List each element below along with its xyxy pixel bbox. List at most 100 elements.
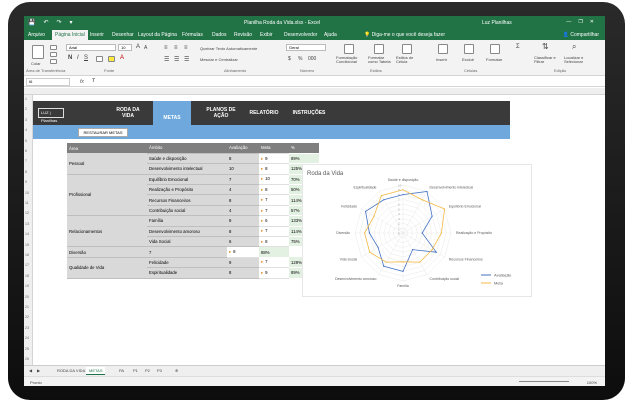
row-number[interactable]: 6 [25, 149, 27, 153]
meta-cell[interactable]: ▸ 6 [259, 215, 289, 227]
meta-cell[interactable]: ▸ 7 [259, 205, 289, 217]
align-left-icon[interactable]: ☰ [164, 56, 169, 63]
row-number[interactable]: 16 [25, 253, 29, 257]
row-number[interactable]: 24 [25, 336, 29, 340]
fill-color-icon[interactable] [108, 56, 115, 62]
tell-me-search[interactable]: 💡 Diga-me o que você deseja fazer [364, 32, 445, 38]
sheet-tab-1[interactable]: METAS [86, 367, 106, 375]
undo-icon[interactable]: ↶ [43, 20, 56, 26]
align-bottom-icon[interactable]: ≡ [184, 45, 188, 51]
avaliacao-cell[interactable]: 9 [227, 257, 259, 269]
row-number[interactable]: 26 [25, 357, 29, 361]
avaliacao-cell[interactable]: 7 [147, 246, 227, 258]
area-cell[interactable]: Pessoal [67, 153, 147, 175]
meta-cell[interactable]: ▸ 7 [259, 226, 289, 238]
format-painter-icon[interactable] [50, 59, 57, 64]
save-icon[interactable]: 💾 [28, 20, 43, 26]
conditional-format-label[interactable]: Formatação Condicional [336, 55, 366, 65]
row-number[interactable]: 12 [25, 211, 29, 215]
quick-access-toolbar[interactable]: 💾↶↷▾ [28, 19, 81, 26]
name-box[interactable]: I6 [26, 78, 70, 86]
ribbon-tab-0[interactable]: Arquivo [28, 32, 45, 38]
row-number[interactable]: 14 [25, 232, 29, 236]
row-number[interactable]: 9 [25, 180, 27, 184]
meta-cell[interactable]: ▸ 7 [259, 194, 289, 206]
life-wheel-chart[interactable]: Roda da Vida 0 1 2 3 4 5 6 7 8 9 10 Saúde e disposiç… [302, 164, 532, 297]
maximize-icon[interactable]: ❐ [578, 19, 589, 25]
ambito-cell[interactable]: Família [147, 215, 227, 227]
ribbon-tab-10[interactable]: Ajuda [324, 32, 337, 38]
meta-cell[interactable]: ▸ 8 [259, 163, 289, 175]
ribbon-tab-7[interactable]: Revisão [234, 32, 252, 38]
avaliacao-cell[interactable]: 4 [227, 184, 259, 196]
paste-icon[interactable] [32, 45, 44, 59]
format-table-label[interactable]: Formatar como Tabela [368, 55, 394, 65]
area-cell[interactable]: Profissional [67, 174, 147, 217]
row-number[interactable]: 8 [25, 170, 27, 174]
delete-cells-icon[interactable] [464, 44, 474, 54]
avaliacao-cell[interactable]: 8 [227, 267, 259, 279]
underline-icon[interactable]: S [84, 55, 88, 61]
row-number[interactable]: 3 [25, 118, 27, 122]
pct-cell[interactable]: 89% [289, 153, 319, 165]
align-right-icon[interactable]: ☰ [184, 56, 189, 63]
font-size-select[interactable]: 10 [118, 44, 132, 51]
sort-filter-label[interactable]: Classificar e Filtrar [534, 55, 564, 65]
row-number[interactable]: 10 [25, 191, 29, 195]
ambito-cell[interactable]: Saúde e disposição [147, 153, 227, 165]
row-number[interactable]: 5 [25, 139, 27, 143]
font-name-select[interactable]: Arial [66, 44, 116, 51]
avaliacao-cell[interactable]: 8 [227, 215, 259, 227]
ambito-cell[interactable]: Desenvolvimento amoroso [147, 226, 227, 238]
row-number[interactable]: 25 [25, 347, 29, 351]
user-name[interactable]: Luz Planilhas [482, 20, 512, 26]
row-number[interactable]: 18 [25, 274, 29, 278]
ambito-cell[interactable]: Recursos Financeiros [147, 194, 227, 206]
nav-item-2[interactable]: PLANOS DE AÇÃO [201, 101, 241, 125]
row-number[interactable]: 7 [25, 159, 27, 163]
redo-icon[interactable]: ↷ [57, 20, 70, 26]
worksheet[interactable]: LUZ | Planilhas RODA DA VIDA METAS PLANOS … [33, 95, 605, 365]
font-shrink-icon[interactable]: A [144, 45, 147, 51]
sheet-tab-4[interactable]: P2 [142, 367, 153, 374]
percent-icon[interactable]: % [298, 56, 302, 62]
ribbon-tab-4[interactable]: Layout da Página [138, 32, 177, 38]
zoom-level[interactable]: 100% [587, 380, 597, 385]
font-grow-icon[interactable]: A [136, 44, 140, 50]
ribbon-tab-2[interactable]: Inserir [90, 32, 104, 38]
sheet-tab-2[interactable]: PA [116, 367, 127, 374]
ambito-cell[interactable]: Felicidade [147, 257, 227, 269]
avaliacao-cell[interactable]: 8 [227, 153, 259, 165]
format-cells-label[interactable]: Formatar [486, 57, 502, 62]
italic-icon[interactable]: I [77, 55, 79, 61]
area-cell[interactable]: Qualidade de Vida [67, 257, 147, 279]
ambito-cell[interactable]: Diversão [67, 246, 147, 258]
ambito-cell[interactable]: Realização e Propósito [147, 184, 227, 196]
copy-icon[interactable] [50, 52, 57, 57]
column-headers[interactable] [24, 88, 605, 95]
row-number[interactable]: 11 [25, 201, 29, 205]
ribbon-tab-8[interactable]: Exibir [260, 32, 273, 38]
customize-qat-icon[interactable]: ▾ [70, 20, 81, 26]
sheet-nav-next-icon[interactable]: ▶ [34, 367, 43, 374]
conditional-format-icon[interactable] [344, 44, 354, 54]
nav-item-3[interactable]: RELATÓRIO [245, 101, 283, 125]
fx-icon[interactable]: fx [80, 79, 84, 85]
share-button[interactable]: 👤 Compartilhar [563, 32, 599, 38]
insert-cells-icon[interactable] [438, 44, 448, 54]
ribbon-tab-9[interactable]: Desenvolvedor [284, 32, 317, 38]
borders-icon[interactable] [96, 56, 103, 62]
cell-styles-icon[interactable] [402, 44, 412, 54]
reset-goals-button[interactable]: RESTAURAR METAS [78, 128, 128, 137]
align-top-icon[interactable]: ≡ [164, 45, 168, 51]
ribbon-tab-1[interactable]: Página Inicial [52, 30, 88, 40]
ambito-cell[interactable]: Vida Social [147, 236, 227, 248]
merge-center-button[interactable]: Mesclar e Centralizar [200, 57, 238, 62]
ribbon-tab-3[interactable]: Desenhar [112, 32, 134, 38]
row-number[interactable]: 19 [25, 284, 29, 288]
find-select-label[interactable]: Localizar e Selecionar [564, 55, 598, 65]
ribbon-tab-6[interactable]: Dados [212, 32, 226, 38]
sort-filter-icon[interactable]: ⇅ [542, 42, 549, 51]
font-color-icon[interactable]: A [120, 55, 124, 61]
ambito-cell[interactable]: Desenvolvimento intelectual [147, 163, 227, 175]
